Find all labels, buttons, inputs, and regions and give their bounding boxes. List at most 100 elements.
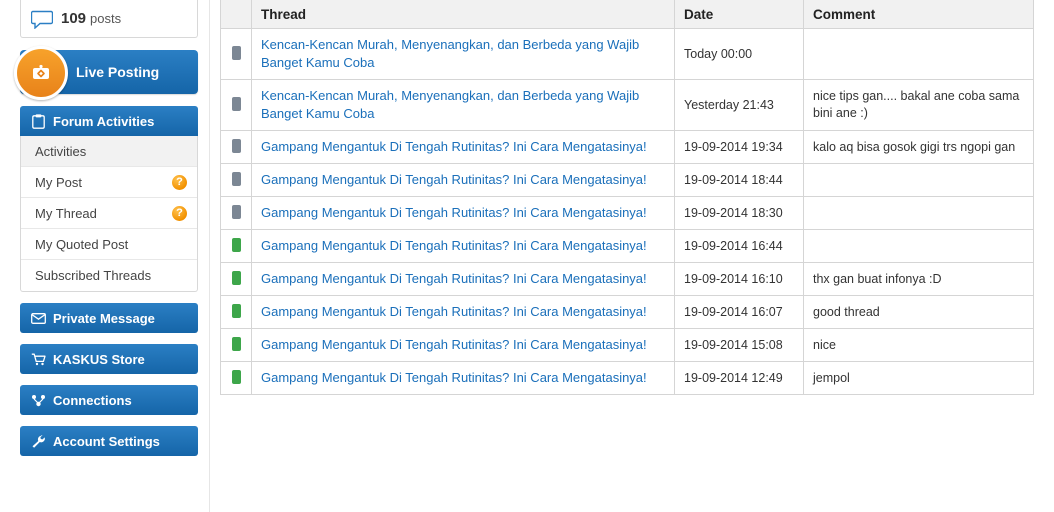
posts-label: posts bbox=[90, 11, 122, 26]
row-date-cell: 19-09-2014 19:34 bbox=[674, 130, 804, 164]
sidebar-item-my-post[interactable]: My Post ? bbox=[21, 167, 197, 198]
table-row[interactable]: Kencan-Kencan Murah, Menyenangkan, dan B… bbox=[220, 79, 1034, 131]
table-row[interactable]: Gampang Mengantuk Di Tengah Rutinitas? I… bbox=[220, 262, 1034, 296]
row-comment-cell: thx gan buat infonya :D bbox=[803, 262, 1034, 296]
row-status-cell bbox=[220, 229, 252, 263]
row-comment-cell: jempol bbox=[803, 361, 1034, 395]
row-date-cell: 19-09-2014 16:44 bbox=[674, 229, 804, 263]
sidebar-item-connections[interactable]: Connections bbox=[20, 385, 198, 415]
thread-link[interactable]: Kencan-Kencan Murah, Menyenangkan, dan B… bbox=[261, 88, 639, 121]
speech-bubble-icon bbox=[31, 10, 53, 29]
cart-icon bbox=[29, 353, 47, 366]
table-row[interactable]: Kencan-Kencan Murah, Menyenangkan, dan B… bbox=[220, 28, 1034, 80]
status-indicator-icon bbox=[231, 96, 241, 111]
page-root: 109 posts Live Posting Forum Activities bbox=[0, 0, 1054, 512]
status-indicator-icon bbox=[231, 204, 241, 219]
live-posting-button[interactable]: Live Posting bbox=[14, 46, 198, 100]
status-indicator-icon bbox=[231, 369, 241, 384]
posts-summary: 109 posts bbox=[20, 0, 198, 38]
row-thread-cell: Kencan-Kencan Murah, Menyenangkan, dan B… bbox=[251, 79, 675, 131]
row-status-cell bbox=[220, 130, 252, 164]
forum-activities-header[interactable]: Forum Activities bbox=[20, 106, 198, 136]
sidebar-item-kaskus-store[interactable]: KASKUS Store bbox=[20, 344, 198, 374]
sidebar-item-label: Activities bbox=[35, 143, 87, 159]
column-comment: Comment bbox=[803, 0, 1034, 29]
row-date-cell: 19-09-2014 18:30 bbox=[674, 196, 804, 230]
thread-link[interactable]: Gampang Mengantuk Di Tengah Rutinitas? I… bbox=[261, 205, 647, 220]
row-date-cell: 19-09-2014 18:44 bbox=[674, 163, 804, 197]
row-status-cell bbox=[220, 28, 252, 80]
sidebar-item-private-message[interactable]: Private Message bbox=[20, 303, 198, 333]
row-comment-cell bbox=[803, 229, 1034, 263]
row-comment-cell: nice tips gan.... bakal ane coba sama bi… bbox=[803, 79, 1034, 131]
row-comment-cell: kalo aq bisa gosok gigi trs ngopi gan bbox=[803, 130, 1034, 164]
thread-link[interactable]: Gampang Mengantuk Di Tengah Rutinitas? I… bbox=[261, 139, 647, 154]
status-indicator-icon bbox=[231, 171, 241, 186]
connections-icon bbox=[29, 394, 47, 407]
live-posting-badge-icon bbox=[14, 46, 68, 100]
posts-count: 109 bbox=[61, 10, 87, 27]
thread-link[interactable]: Gampang Mengantuk Di Tengah Rutinitas? I… bbox=[261, 304, 647, 319]
status-indicator-icon bbox=[231, 45, 241, 60]
table-row[interactable]: Gampang Mengantuk Di Tengah Rutinitas? I… bbox=[220, 229, 1034, 263]
table-row[interactable]: Gampang Mengantuk Di Tengah Rutinitas? I… bbox=[220, 361, 1034, 395]
status-indicator-icon bbox=[231, 336, 241, 351]
sidebar-item-label: My Thread bbox=[35, 205, 97, 221]
row-thread-cell: Gampang Mengantuk Di Tengah Rutinitas? I… bbox=[251, 328, 675, 362]
thread-link[interactable]: Gampang Mengantuk Di Tengah Rutinitas? I… bbox=[261, 238, 647, 253]
table-row[interactable]: Gampang Mengantuk Di Tengah Rutinitas? I… bbox=[220, 328, 1034, 362]
row-date-cell: 19-09-2014 16:10 bbox=[674, 262, 804, 296]
sidebar-item-label: Account Settings bbox=[53, 433, 160, 449]
live-posting-label: Live Posting bbox=[76, 64, 160, 80]
thread-link[interactable]: Gampang Mengantuk Di Tengah Rutinitas? I… bbox=[261, 172, 647, 187]
help-icon[interactable]: ? bbox=[172, 174, 187, 190]
row-comment-cell bbox=[803, 163, 1034, 197]
sidebar-item-account-settings[interactable]: Account Settings bbox=[20, 426, 198, 456]
row-thread-cell: Gampang Mengantuk Di Tengah Rutinitas? I… bbox=[251, 229, 675, 263]
help-icon[interactable]: ? bbox=[172, 205, 187, 221]
sidebar-item-subscribed-threads[interactable]: Subscribed Threads bbox=[21, 260, 197, 291]
row-status-cell bbox=[220, 79, 252, 131]
sidebar-item-activities[interactable]: Activities bbox=[21, 136, 197, 167]
thread-link[interactable]: Kencan-Kencan Murah, Menyenangkan, dan B… bbox=[261, 37, 639, 70]
column-date: Date bbox=[674, 0, 804, 29]
row-comment-cell: nice bbox=[803, 328, 1034, 362]
forum-activities-list: Activities My Post ? My Thread ? My Quot… bbox=[20, 136, 198, 292]
activities-table-container: Thread Date Comment Kencan-Kencan Murah,… bbox=[220, 0, 1034, 395]
row-comment-cell bbox=[803, 196, 1034, 230]
forum-activities-title: Forum Activities bbox=[53, 113, 155, 129]
sidebar: 109 posts Live Posting Forum Activities bbox=[14, 0, 200, 456]
row-date-cell: Today 00:00 bbox=[674, 28, 804, 80]
table-row[interactable]: Gampang Mengantuk Di Tengah Rutinitas? I… bbox=[220, 196, 1034, 230]
table-row[interactable]: Gampang Mengantuk Di Tengah Rutinitas? I… bbox=[220, 295, 1034, 329]
sidebar-item-label: My Quoted Post bbox=[35, 236, 129, 252]
thread-link[interactable]: Gampang Mengantuk Di Tengah Rutinitas? I… bbox=[261, 271, 647, 286]
row-status-cell bbox=[220, 163, 252, 197]
table-row[interactable]: Gampang Mengantuk Di Tengah Rutinitas? I… bbox=[220, 130, 1034, 164]
sidebar-item-my-quoted-post[interactable]: My Quoted Post bbox=[21, 229, 197, 260]
row-thread-cell: Gampang Mengantuk Di Tengah Rutinitas? I… bbox=[251, 163, 675, 197]
clipboard-icon bbox=[29, 113, 47, 129]
row-date-cell: Yesterday 21:43 bbox=[674, 79, 804, 131]
activities-table: Thread Date Comment Kencan-Kencan Murah,… bbox=[220, 0, 1034, 395]
row-date-cell: 19-09-2014 15:08 bbox=[674, 328, 804, 362]
row-status-cell bbox=[220, 262, 252, 296]
table-header-row: Thread Date Comment bbox=[220, 0, 1034, 29]
column-thread: Thread bbox=[251, 0, 675, 29]
row-thread-cell: Gampang Mengantuk Di Tengah Rutinitas? I… bbox=[251, 262, 675, 296]
row-status-cell bbox=[220, 328, 252, 362]
column-status bbox=[220, 0, 252, 29]
status-indicator-icon bbox=[231, 303, 241, 318]
table-row[interactable]: Gampang Mengantuk Di Tengah Rutinitas? I… bbox=[220, 163, 1034, 197]
sidebar-item-label: KASKUS Store bbox=[53, 351, 145, 367]
envelope-icon bbox=[29, 312, 47, 324]
row-status-cell bbox=[220, 295, 252, 329]
row-thread-cell: Gampang Mengantuk Di Tengah Rutinitas? I… bbox=[251, 196, 675, 230]
thread-link[interactable]: Gampang Mengantuk Di Tengah Rutinitas? I… bbox=[261, 370, 647, 385]
sidebar-item-my-thread[interactable]: My Thread ? bbox=[21, 198, 197, 229]
table-body: Kencan-Kencan Murah, Menyenangkan, dan B… bbox=[220, 28, 1034, 395]
row-status-cell bbox=[220, 361, 252, 395]
thread-link[interactable]: Gampang Mengantuk Di Tengah Rutinitas? I… bbox=[261, 337, 647, 352]
row-date-cell: 19-09-2014 16:07 bbox=[674, 295, 804, 329]
row-thread-cell: Gampang Mengantuk Di Tengah Rutinitas? I… bbox=[251, 130, 675, 164]
